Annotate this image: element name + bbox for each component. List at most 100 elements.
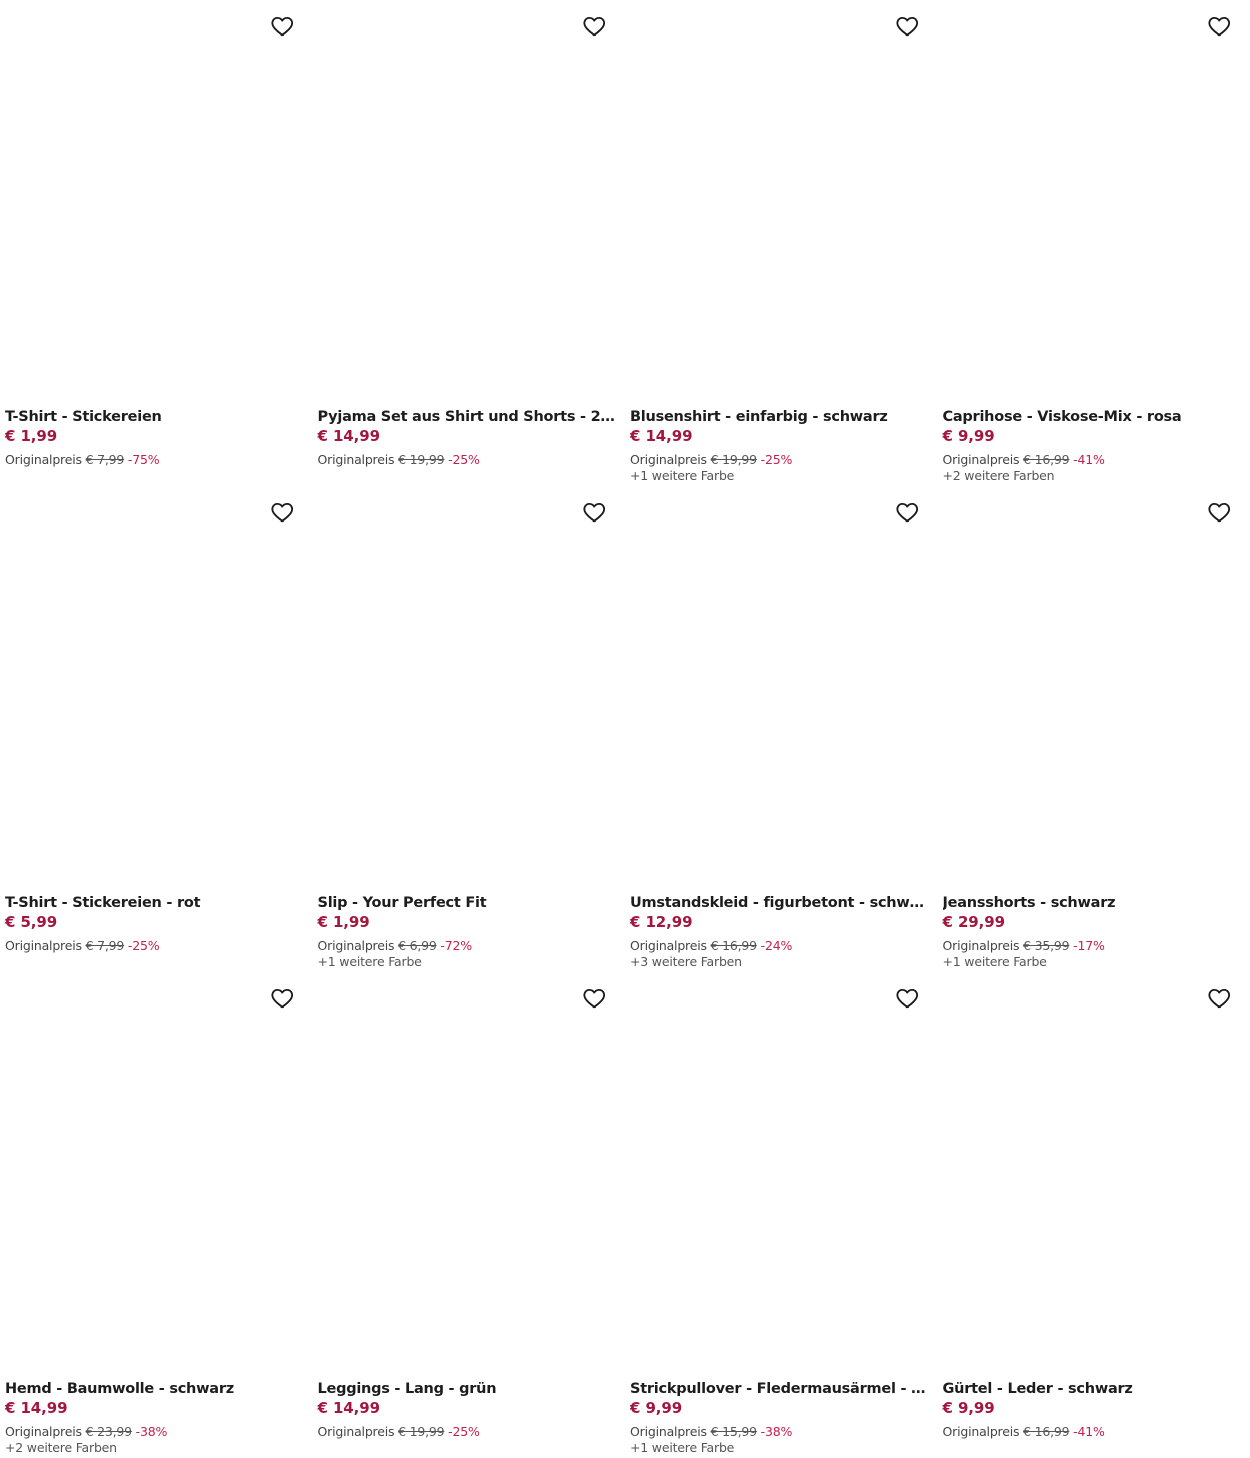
product-image[interactable] [630,972,933,1376]
product-price: € 14,99 [317,1399,381,1417]
original-price-line: Originalpreis € 19,99 -25% [318,1424,621,1440]
wishlist-heart-icon[interactable] [582,13,608,39]
product-price: € 14,99 [5,1399,68,1417]
wishlist-heart-icon[interactable] [1207,499,1233,525]
product-image[interactable] [630,0,933,404]
original-price-line: Originalpreis € 16,99 -24% [630,938,933,954]
wishlist-heart-icon[interactable] [270,13,296,39]
product-card[interactable]: Pyjama Set aus Shirt und Shorts - 2er-Pa… [313,0,626,486]
product-title[interactable]: Slip - Your Perfect Fit [318,894,621,913]
product-card[interactable]: Gürtel - Leder - schwarz € 9,99 Original… [938,972,1250,1458]
wishlist-heart-icon[interactable] [1207,985,1233,1011]
product-card[interactable]: Blusenshirt - einfarbig - schwarz € 14,9… [625,0,938,486]
original-price-line: Originalpreis € 16,99 -41% [943,452,1246,468]
product-card[interactable]: T-Shirt - Stickereien - rot € 5,99 Origi… [0,486,313,972]
product-title[interactable]: T-Shirt - Stickereien - rot [5,894,308,913]
more-colors-link[interactable]: +3 weitere Farben [630,954,933,969]
product-card[interactable]: Caprihose - Viskose-Mix - rosa € 9,99 Or… [938,0,1250,486]
product-image[interactable] [5,972,308,1376]
discount-badge: -38% [760,1424,793,1439]
product-title[interactable]: Umstandskleid - figurbetont - schwarz [630,894,933,913]
original-price-label: Originalpreis [630,1424,707,1439]
product-card[interactable]: T-Shirt - Stickereien € 1,99 Originalpre… [0,0,313,486]
product-image[interactable] [942,486,1245,890]
product-card[interactable]: Hemd - Baumwolle - schwarz € 14,99 Origi… [0,972,313,1458]
product-image[interactable] [942,972,1245,1376]
wishlist-heart-icon[interactable] [895,499,921,525]
original-price: € 16,99 [1023,452,1070,467]
wishlist-heart-icon[interactable] [270,499,296,525]
more-colors-link[interactable]: +1 weitere Farbe [943,954,1246,969]
wishlist-heart-icon[interactable] [582,499,608,525]
original-price-label: Originalpreis [5,938,82,953]
original-price: € 6,99 [398,938,437,953]
product-card[interactable]: Jeansshorts - schwarz € 29,99 Originalpr… [938,486,1250,972]
product-title[interactable]: Gürtel - Leder - schwarz [943,1380,1246,1399]
original-price-line: Originalpreis € 15,99 -38% [630,1424,933,1440]
original-price: € 7,99 [85,938,125,953]
original-price: € 16,99 [1023,1424,1070,1439]
original-price-label: Originalpreis [942,452,1020,467]
product-image[interactable] [317,0,620,404]
discount-badge: -41% [1073,1424,1105,1439]
product-card[interactable]: Umstandskleid - figurbetont - schwarz € … [625,486,938,972]
product-title[interactable]: Caprihose - Viskose-Mix - rosa [943,408,1246,427]
discount-badge: -25% [760,452,793,467]
discount-badge: -25% [448,452,480,467]
product-image[interactable] [630,486,933,890]
more-colors-link[interactable]: +1 weitere Farbe [630,1440,933,1455]
original-price-line: Originalpreis € 16,99 -41% [943,1424,1246,1440]
product-price: € 9,99 [630,1399,683,1417]
product-price: € 29,99 [942,913,1006,931]
product-card[interactable]: Leggings - Lang - grün € 14,99 Originalp… [313,972,626,1458]
product-image[interactable] [317,486,620,890]
original-price-line: Originalpreis € 19,99 -25% [318,452,621,468]
more-colors-link[interactable]: +1 weitere Farbe [630,468,933,483]
product-title[interactable]: Pyjama Set aus Shirt und Shorts - 2er-Pa… [318,408,621,427]
discount-badge: -24% [760,938,793,953]
original-price-label: Originalpreis [630,452,707,467]
original-price-label: Originalpreis [317,1424,395,1439]
wishlist-heart-icon[interactable] [1207,13,1233,39]
product-image[interactable] [5,486,308,890]
product-image[interactable] [5,0,308,404]
product-title[interactable]: Leggings - Lang - grün [318,1380,621,1399]
product-card[interactable]: Strickpullover - Fledermausärmel - grün … [625,972,938,1458]
product-price: € 1,99 [5,427,58,445]
original-price-line: Originalpreis € 19,99 -25% [630,452,933,468]
more-colors-link[interactable]: +1 weitere Farbe [318,954,621,969]
product-title[interactable]: Hemd - Baumwolle - schwarz [5,1380,308,1399]
product-card[interactable]: Slip - Your Perfect Fit € 1,99 Originalp… [313,486,626,972]
wishlist-heart-icon[interactable] [582,985,608,1011]
original-price-label: Originalpreis [630,938,707,953]
product-title[interactable]: T-Shirt - Stickereien [5,408,308,427]
original-price-line: Originalpreis € 35,99 -17% [943,938,1246,954]
product-title[interactable]: Jeansshorts - schwarz [943,894,1246,913]
wishlist-heart-icon[interactable] [895,13,921,39]
discount-badge: -25% [448,1424,480,1439]
original-price: € 19,99 [710,452,758,467]
more-colors-link[interactable]: +2 weitere Farben [943,468,1246,483]
product-price: € 14,99 [317,427,381,445]
original-price-label: Originalpreis [942,938,1020,953]
wishlist-heart-icon[interactable] [270,985,296,1011]
product-image[interactable] [942,0,1245,404]
original-price-label: Originalpreis [942,1424,1020,1439]
product-image[interactable] [317,972,620,1376]
product-title[interactable]: Strickpullover - Fledermausärmel - grün [630,1380,933,1399]
discount-badge: -72% [440,938,472,953]
original-price: € 19,99 [398,1424,445,1439]
original-price-line: Originalpreis € 23,99 -38% [5,1424,308,1440]
product-price: € 1,99 [317,913,370,931]
wishlist-heart-icon[interactable] [895,985,921,1011]
original-price: € 35,99 [1023,938,1070,953]
product-price: € 9,99 [942,427,995,445]
product-price: € 12,99 [630,913,693,931]
product-price: € 9,99 [942,1399,995,1417]
more-colors-link[interactable]: +2 weitere Farben [5,1440,308,1455]
product-title[interactable]: Blusenshirt - einfarbig - schwarz [630,408,933,427]
original-price-line: Originalpreis € 7,99 -25% [5,938,308,954]
original-price-line: Originalpreis € 7,99 -75% [5,452,308,468]
original-price: € 16,99 [710,938,758,953]
original-price: € 23,99 [85,1424,133,1439]
